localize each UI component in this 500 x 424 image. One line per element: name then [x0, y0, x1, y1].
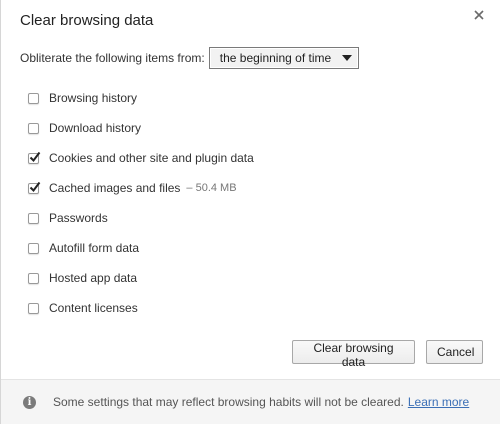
- item-label: Autofill form data: [49, 241, 140, 255]
- checkbox-download-history[interactable]: [28, 122, 39, 134]
- time-range-row: Obliterate the following items from: the…: [20, 47, 359, 69]
- chevron-down-icon: [341, 55, 352, 61]
- checkbox-passwords[interactable]: [28, 212, 39, 224]
- item-label: Browsing history: [49, 91, 138, 105]
- checkmark-icon: [29, 151, 41, 162]
- list-item-autofill[interactable]: Autofill form data: [28, 233, 254, 263]
- checkbox-hosted-app-data[interactable]: [28, 272, 39, 284]
- footer-note: Some settings that may reflect browsing …: [53, 395, 404, 409]
- cancel-button[interactable]: Cancel: [426, 340, 483, 364]
- item-label: Content licenses: [49, 301, 138, 315]
- cache-size-value: – 50.4 MB: [186, 182, 237, 194]
- checkbox-cached-images[interactable]: [28, 181, 41, 194]
- dialog-title: Clear browsing data: [20, 12, 154, 29]
- list-item-browsing-history[interactable]: Browsing history: [28, 83, 254, 113]
- checkbox-browsing-history[interactable]: [28, 92, 39, 104]
- list-item-download-history[interactable]: Download history: [28, 113, 254, 143]
- list-item-content-licenses[interactable]: Content licenses: [28, 293, 254, 323]
- item-label: Download history: [49, 121, 142, 135]
- info-icon: i: [23, 395, 36, 409]
- clear-browsing-data-button[interactable]: Clear browsing data: [292, 340, 415, 369]
- list-item-cookies[interactable]: Cookies and other site and plugin data: [28, 143, 254, 173]
- dialog-buttons: Clear browsing data Cancel: [292, 340, 483, 369]
- list-item-cached-images[interactable]: Cached images and files – 50.4 MB: [28, 173, 254, 203]
- clear-browsing-data-dialog: Clear browsing data Obliterate the follo…: [0, 0, 500, 424]
- item-label: Cached images and files: [49, 181, 181, 195]
- data-type-list: Browsing history Download history Cookie…: [28, 83, 254, 323]
- list-item-passwords[interactable]: Passwords: [28, 203, 254, 233]
- time-range-select[interactable]: the beginning of time: [208, 47, 359, 69]
- item-label: Hosted app data: [49, 271, 138, 285]
- time-range-label: Obliterate the following items from:: [20, 51, 205, 65]
- checkbox-autofill[interactable]: [28, 242, 39, 254]
- checkbox-content-licenses[interactable]: [28, 302, 39, 314]
- time-range-value: the beginning of time: [219, 51, 332, 65]
- close-icon[interactable]: [470, 6, 488, 24]
- item-label: Passwords: [49, 211, 108, 225]
- item-label: Cookies and other site and plugin data: [49, 151, 254, 165]
- dialog-footer: i Some settings that may reflect browsin…: [1, 379, 500, 424]
- list-item-hosted-app-data[interactable]: Hosted app data: [28, 263, 254, 293]
- checkmark-icon: [29, 181, 41, 192]
- learn-more-link[interactable]: Learn more: [408, 395, 469, 409]
- checkbox-cookies[interactable]: [28, 151, 41, 164]
